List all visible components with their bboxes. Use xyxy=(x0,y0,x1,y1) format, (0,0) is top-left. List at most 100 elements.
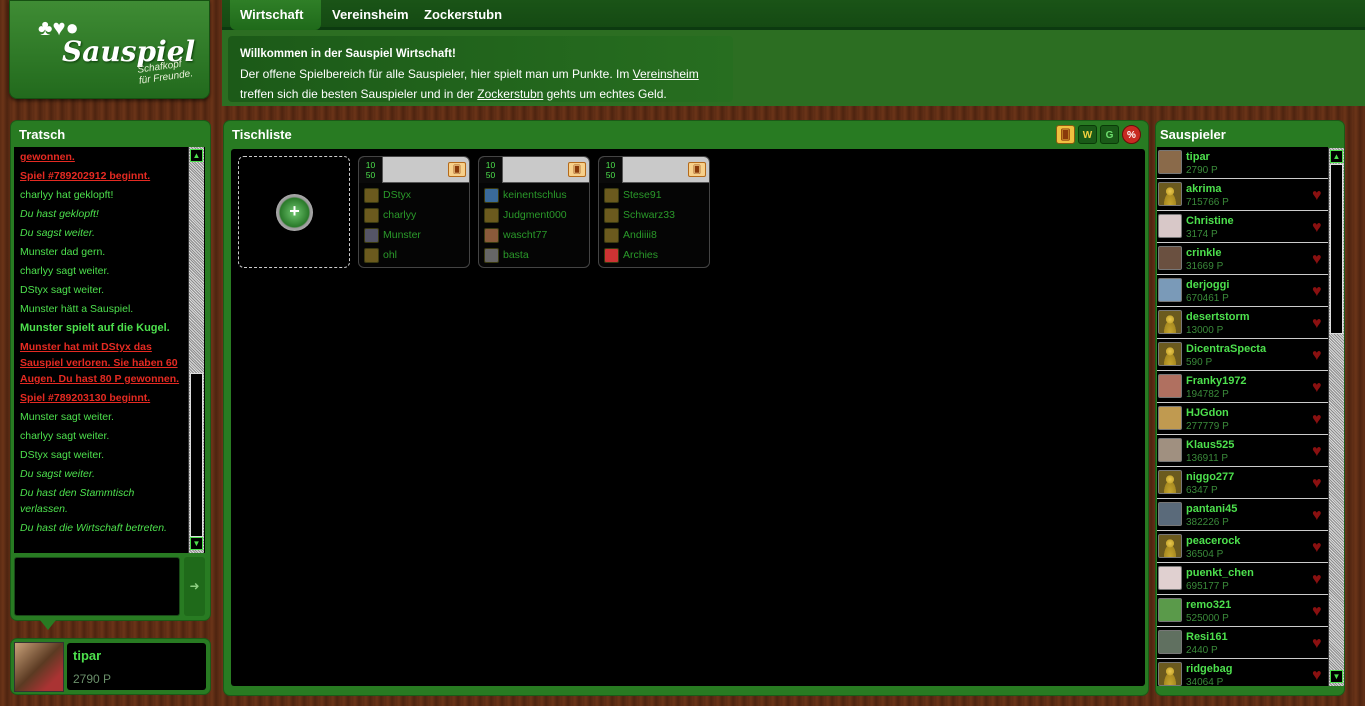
table-player[interactable]: Andiiii8 xyxy=(599,225,709,245)
chat-message[interactable]: Spiel #789203130 beginnt. xyxy=(14,388,188,407)
player-avatar-icon xyxy=(1158,374,1182,398)
player-row[interactable]: puenkt_chen 695177 P ♥ xyxy=(1157,563,1328,595)
player-avatar-icon xyxy=(1158,566,1182,590)
player-row[interactable]: peacerock 36504 P ♥ xyxy=(1157,531,1328,563)
chat-message[interactable]: Spiel #789202912 beginnt. xyxy=(14,166,188,185)
player-avatar-icon xyxy=(1158,310,1182,334)
table-stake: 10 50 xyxy=(599,157,623,183)
player-row[interactable]: remo321 525000 P ♥ xyxy=(1157,595,1328,627)
player-avatar-icon xyxy=(1158,630,1182,654)
table-player[interactable]: keinentschlus xyxy=(479,185,589,205)
heart-icon[interactable]: ♥ xyxy=(1312,316,1328,332)
player-name: derjoggi xyxy=(1186,279,1230,291)
chat-scroll-thumb[interactable] xyxy=(190,373,203,537)
player-row[interactable]: desertstorm 13000 P ♥ xyxy=(1157,307,1328,339)
player-row[interactable]: Franky1972 194782 P ♥ xyxy=(1157,371,1328,403)
game-table[interactable]: 10 50 🂠 keinentschlus Judgment000 wascht77 bas… xyxy=(478,156,590,268)
player-row[interactable]: tipar 2790 P xyxy=(1157,147,1328,179)
chat-message: Munster spielt auf die Kugel. xyxy=(20,322,170,334)
scroll-down-icon[interactable]: ▼ xyxy=(190,537,203,550)
table-player[interactable]: DStyx xyxy=(359,185,469,205)
chat-scrollbar[interactable]: ▲ ▼ xyxy=(188,147,204,553)
game-table[interactable]: 10 50 🂠 Stese91 Schwarz33 Andiiii8 Archies xyxy=(598,156,710,268)
player-row[interactable]: Resi161 2440 P ♥ xyxy=(1157,627,1328,659)
table-player[interactable]: Archies xyxy=(599,245,709,265)
heart-icon[interactable]: ♥ xyxy=(1312,284,1328,300)
chat-message: Munster sagt weiter. xyxy=(20,411,114,423)
player-row[interactable]: HJGdon 277779 P ♥ xyxy=(1157,403,1328,435)
heart-icon[interactable]: ♥ xyxy=(1312,636,1328,652)
player-name: Franky1972 xyxy=(1186,375,1247,387)
avatar[interactable] xyxy=(14,642,64,692)
player-scroll-thumb[interactable] xyxy=(1330,164,1343,334)
heart-icon[interactable]: ♥ xyxy=(1312,508,1328,524)
chat-message: Du hast die Wirtschaft betreten. xyxy=(20,522,167,534)
heart-icon[interactable]: ♥ xyxy=(1312,348,1328,364)
player-name: Christine xyxy=(1186,215,1234,227)
chat-message: charlyy sagt weiter. xyxy=(20,265,110,277)
player-avatar-icon xyxy=(364,248,379,263)
heart-icon[interactable]: ♥ xyxy=(1312,412,1328,428)
chat-message[interactable]: gewonnen. xyxy=(14,147,188,166)
tab-zockerstubn[interactable]: Zockerstubn xyxy=(414,0,512,30)
player-avatar-icon xyxy=(1158,214,1182,238)
player-name: DicentraSpecta xyxy=(1186,343,1267,355)
heart-icon[interactable]: ♥ xyxy=(1312,252,1328,268)
table-player[interactable]: basta xyxy=(479,245,589,265)
scroll-up-icon[interactable]: ▲ xyxy=(190,149,203,162)
table-player[interactable]: Munster xyxy=(359,225,469,245)
player-name: HJGdon xyxy=(1186,407,1229,419)
welcome-text: Der offene Spielbereich für alle Sauspie… xyxy=(240,67,699,101)
chat-input[interactable] xyxy=(14,557,180,616)
player-avatar-icon xyxy=(1158,246,1182,270)
player-row[interactable]: niggo277 6347 P ♥ xyxy=(1157,467,1328,499)
table-header: 10 50 🂠 xyxy=(599,157,709,183)
tab-vereinsheim[interactable]: Vereinsheim xyxy=(322,0,419,30)
player-row[interactable]: Klaus525 136911 P ♥ xyxy=(1157,435,1328,467)
player-row[interactable]: Christine 3174 P ♥ xyxy=(1157,211,1328,243)
game-table[interactable]: 10 50 🂠 DStyx charlyy Munster ohl xyxy=(358,156,470,268)
table-player[interactable]: Judgment000 xyxy=(479,205,589,225)
player-avatar-icon xyxy=(1158,598,1182,622)
heart-icon[interactable]: ♥ xyxy=(1312,604,1328,620)
heart-icon[interactable]: ♥ xyxy=(1312,668,1328,684)
player-name: remo321 xyxy=(1186,599,1232,611)
player-row[interactable]: ridgebag 34064 P ♥ xyxy=(1157,659,1328,686)
table-player[interactable]: Schwarz33 xyxy=(599,205,709,225)
sauspiel-logo[interactable]: ♣♥● Sauspiel Schafkopf für Freunde. xyxy=(9,0,210,99)
heart-icon[interactable]: ♥ xyxy=(1312,380,1328,396)
filter-w-icon[interactable]: W xyxy=(1078,125,1097,144)
send-button[interactable]: ➜ xyxy=(184,557,205,616)
player-row[interactable]: akrima 715766 P ♥ xyxy=(1157,179,1328,211)
player-list-scrollbar[interactable]: ▲ ▼ xyxy=(1328,148,1344,686)
heart-icon[interactable]: ♥ xyxy=(1312,476,1328,492)
current-user-name[interactable]: tipar xyxy=(73,648,101,663)
chat-message[interactable]: Munster hat mit DStyx das Sauspiel verlo… xyxy=(14,337,188,388)
scroll-up-icon[interactable]: ▲ xyxy=(1330,150,1343,163)
heart-icon[interactable]: ♥ xyxy=(1312,188,1328,204)
player-avatar-icon xyxy=(1158,182,1182,206)
zockerstubn-link[interactable]: Zockerstubn xyxy=(477,87,543,101)
heart-icon[interactable]: ♥ xyxy=(1312,572,1328,588)
player-row[interactable]: pantani45 382226 P ♥ xyxy=(1157,499,1328,531)
player-avatar-icon xyxy=(364,188,379,203)
player-row[interactable]: derjoggi 670461 P ♥ xyxy=(1157,275,1328,307)
heart-icon[interactable]: ♥ xyxy=(1312,444,1328,460)
table-player[interactable]: Stese91 xyxy=(599,185,709,205)
heart-icon[interactable]: ♥ xyxy=(1312,220,1328,236)
table-player[interactable]: wascht77 xyxy=(479,225,589,245)
heart-icon[interactable]: ♥ xyxy=(1312,540,1328,556)
table-player[interactable]: charlyy xyxy=(359,205,469,225)
table-player[interactable]: ohl xyxy=(359,245,469,265)
player-row[interactable]: DicentraSpecta 590 P ♥ xyxy=(1157,339,1328,371)
filter-percent-icon[interactable]: % xyxy=(1122,125,1141,144)
scroll-down-icon[interactable]: ▼ xyxy=(1330,670,1343,683)
vereinsheim-link[interactable]: Vereinsheim xyxy=(633,67,699,81)
filter-g-icon[interactable]: G xyxy=(1100,125,1119,144)
new-table-button[interactable]: + xyxy=(238,156,350,268)
tab-wirtschaft[interactable]: Wirtschaft xyxy=(230,0,321,30)
player-row[interactable]: crinkle 31669 P ♥ xyxy=(1157,243,1328,275)
table-stake: 10 50 xyxy=(359,157,383,183)
cards-filter-icon[interactable]: 🂠 xyxy=(1056,125,1075,144)
chat-message: Du sagst weiter. xyxy=(20,468,95,480)
